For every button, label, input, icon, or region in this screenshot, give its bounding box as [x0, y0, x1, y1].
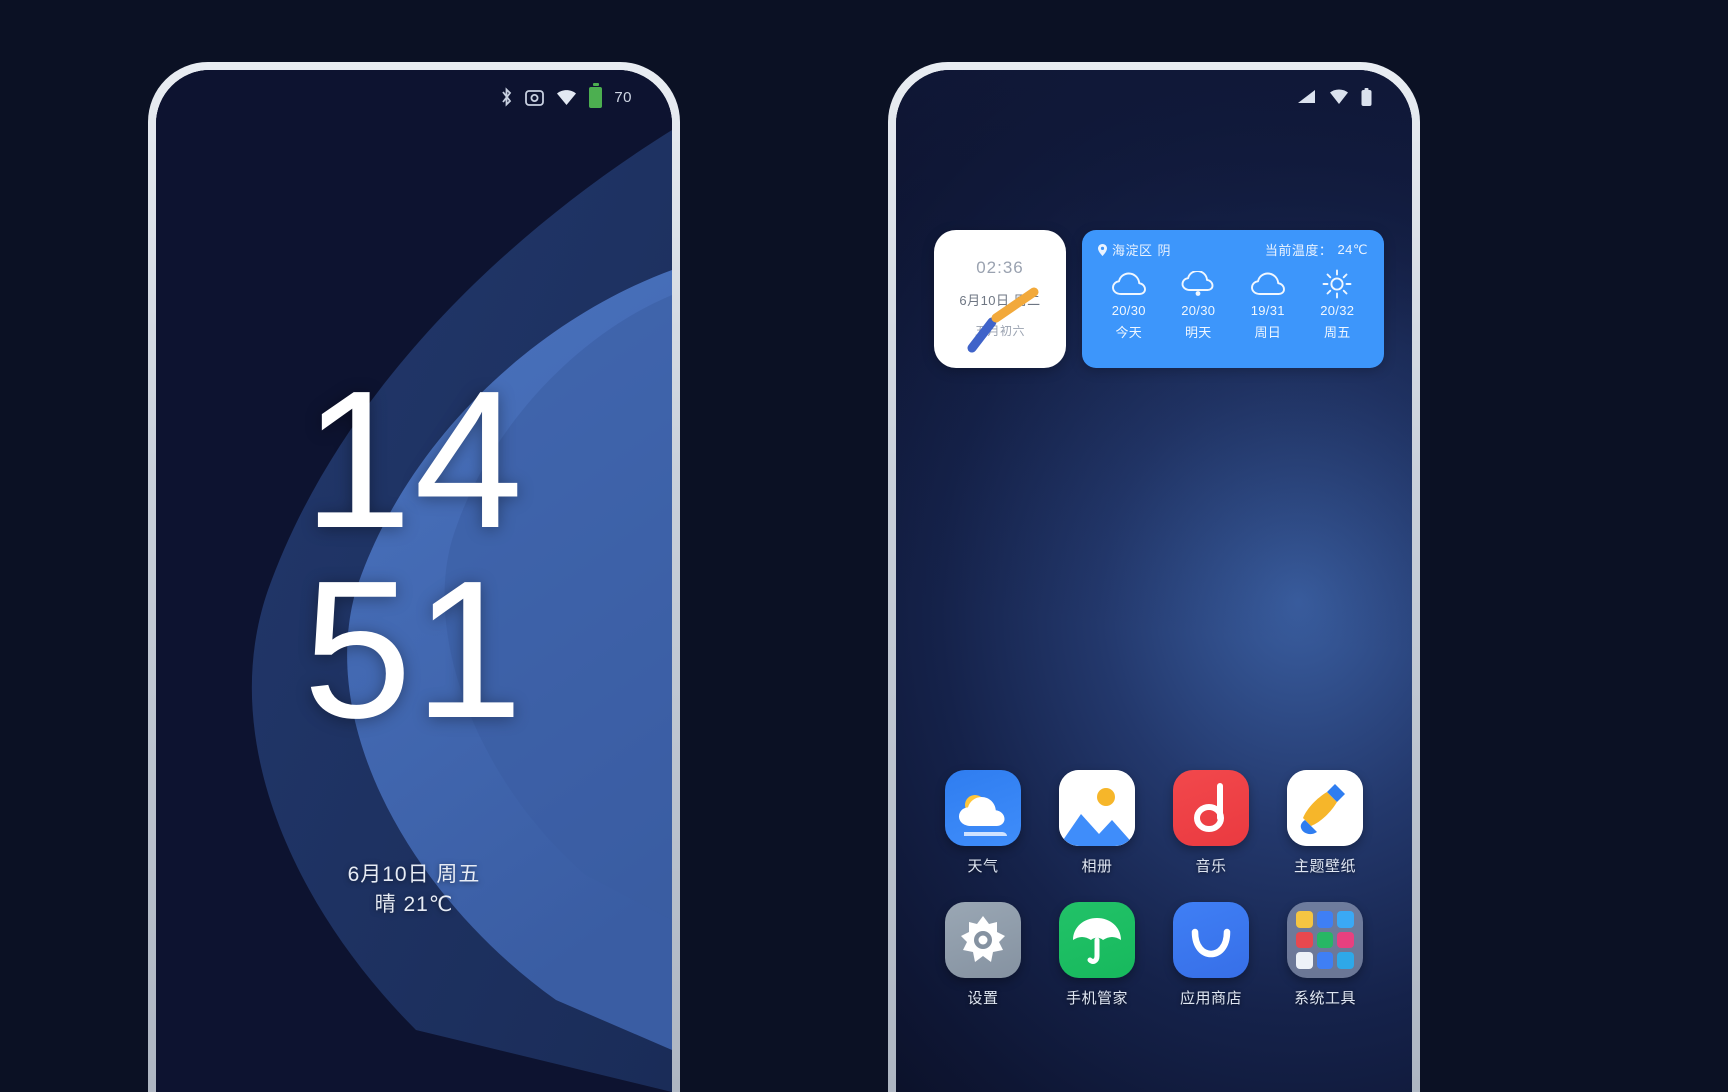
weather-widget[interactable]: 海淀区 阴 当前温度： 24℃ 20/30 今天 20/30 明天 19/31 … [1082, 230, 1384, 368]
right-phone-device: 02:36 6月10日 周二 五月初六 海淀区 阴 当前温度： 24℃ 20/3… [888, 62, 1420, 1092]
app-icon-music[interactable]: 音乐 [1154, 770, 1268, 876]
weather-location-text: 海淀区 [1112, 243, 1153, 258]
music-icon [1173, 770, 1249, 846]
battery-icon [1361, 87, 1372, 107]
app-label: 相册 [1081, 858, 1113, 875]
forecast-day: 19/31 周日 [1233, 268, 1303, 341]
app-store-smile-icon [1173, 902, 1249, 978]
weather-icon [945, 770, 1021, 846]
weather-current-label: 当前温度： [1264, 243, 1333, 258]
folder-mini-icon [1296, 931, 1313, 949]
folder-mini-icon [1296, 952, 1313, 969]
folder-mini-icon [1337, 952, 1354, 969]
umbrella-shield-icon [1059, 902, 1135, 978]
forecast-day: 20/30 明天 [1164, 268, 1234, 341]
clock-minutes: 51 [302, 540, 525, 760]
folder-icon [1287, 902, 1363, 978]
folder-mini-icon [1296, 911, 1313, 928]
app-label: 天气 [967, 858, 999, 875]
weather-forecast-list: 20/30 今天 20/30 明天 19/31 周日 20/32 周五 [1094, 268, 1372, 341]
lock-date-text: 6月10日 周五 [347, 863, 481, 886]
clock-hours: 14 [302, 350, 525, 569]
app-label: 设置 [967, 990, 999, 1007]
bluetooth-icon [500, 87, 513, 107]
app-icon-photos[interactable]: 相册 [1040, 770, 1154, 876]
app-icon-theme[interactable]: 主题壁纸 [1268, 770, 1382, 876]
theme-icon [1287, 770, 1363, 846]
screenshot-icon [525, 88, 545, 107]
rain-icon [1164, 268, 1234, 300]
left-phone-screen: 70 14 51 6月10日 周五 晴 21℃ [156, 70, 672, 1092]
forecast-temp: 20/30 [1111, 303, 1146, 318]
folder-mini-icon [1337, 911, 1354, 928]
forecast-day: 20/30 今天 [1094, 268, 1164, 341]
photos-icon [1059, 770, 1135, 846]
folder-mini-icon [1337, 931, 1354, 949]
clock-widget[interactable]: 02:36 6月10日 周二 五月初六 [934, 230, 1066, 368]
app-icon-phone-guard[interactable]: 手机管家 [1040, 902, 1154, 1008]
app-icon-settings[interactable]: 设置 [926, 902, 1040, 1008]
location-pin-icon [1098, 243, 1107, 256]
app-folder-system-tools[interactable]: 系统工具 [1268, 902, 1382, 1008]
cloudy-icon [1094, 268, 1164, 300]
screenshot-stage: 70 14 51 6月10日 周五 晴 21℃ 02:36 6月10日 周二 五… [0, 0, 1728, 1092]
app-label: 音乐 [1195, 858, 1227, 875]
signal-icon [1298, 89, 1317, 105]
forecast-label: 今天 [1115, 325, 1143, 340]
weather-widget-header: 海淀区 阴 当前温度： 24℃ [1094, 240, 1372, 259]
forecast-temp: 19/31 [1250, 303, 1285, 318]
app-grid: 天气 相册 音乐 主题壁纸 设置 手机管家 应用商店 系统工具 [926, 770, 1382, 1008]
weather-condition-text: 阴 [1157, 243, 1172, 258]
lock-screen-meta: 6月10日 周五 晴 21℃ [156, 860, 672, 921]
weather-current-temp: 24℃ [1337, 241, 1368, 257]
app-label: 手机管家 [1065, 990, 1128, 1007]
forecast-day: 20/32 周五 [1303, 268, 1373, 341]
widget-row: 02:36 6月10日 周二 五月初六 海淀区 阴 当前温度： 24℃ 20/3… [934, 230, 1384, 368]
forecast-label: 明天 [1184, 325, 1212, 340]
app-icon-app-store[interactable]: 应用商店 [1154, 902, 1268, 1008]
left-phone-device: 70 14 51 6月10日 周五 晴 21℃ [148, 62, 680, 1092]
forecast-label: 周五 [1323, 325, 1351, 340]
sun-icon [1303, 268, 1373, 300]
folder-mini-icons [1287, 902, 1363, 978]
lock-screen-clock: 14 51 [156, 350, 672, 760]
folder-mini-icon [1316, 911, 1334, 928]
battery-icon [589, 82, 603, 108]
right-status-bar [896, 70, 1412, 114]
right-phone-screen: 02:36 6月10日 周二 五月初六 海淀区 阴 当前温度： 24℃ 20/3… [896, 70, 1412, 1092]
folder-mini-icon [1316, 952, 1334, 969]
wifi-icon [1329, 89, 1349, 105]
app-label: 系统工具 [1293, 990, 1356, 1007]
app-label: 主题壁纸 [1293, 858, 1356, 875]
lock-weather-text: 晴 21℃ [374, 893, 454, 917]
clock-widget-hands [967, 287, 1039, 353]
left-status-bar: 70 [156, 70, 672, 114]
cloudy-icon [1233, 268, 1303, 300]
battery-level-text: 70 [614, 88, 632, 106]
forecast-temp: 20/30 [1181, 303, 1216, 318]
forecast-temp: 20/32 [1320, 303, 1355, 318]
app-icon-weather[interactable]: 天气 [926, 770, 1040, 876]
wifi-icon [556, 89, 577, 106]
forecast-label: 周日 [1254, 325, 1282, 340]
app-label: 应用商店 [1179, 990, 1242, 1007]
folder-mini-icon [1316, 931, 1334, 949]
settings-gear-icon [945, 902, 1021, 978]
